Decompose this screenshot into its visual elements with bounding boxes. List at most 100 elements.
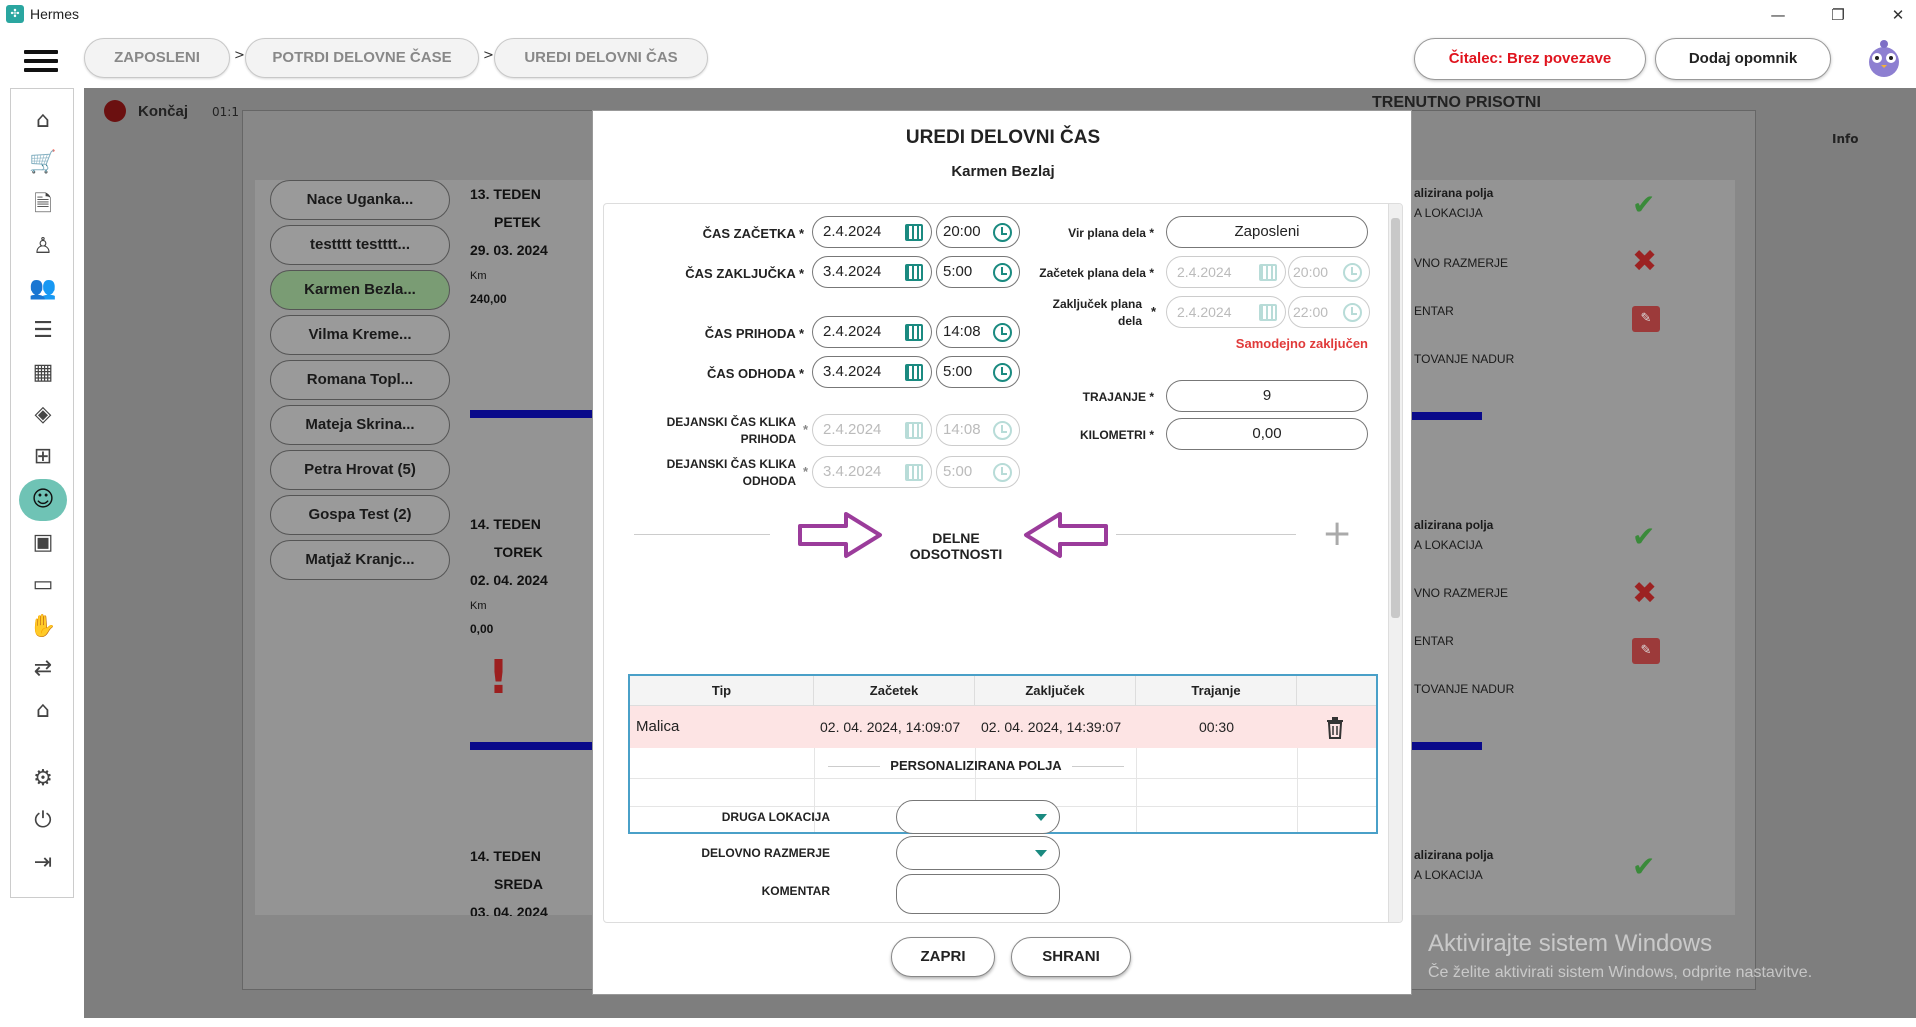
bg-right-label: alizirana polja <box>1414 186 1494 200</box>
employee-item: testttt testttt... <box>270 225 450 265</box>
breadcrumb-zaposleni[interactable]: ZAPOSLENI <box>84 38 230 78</box>
logout-icon[interactable]: ⇥ <box>29 849 57 877</box>
auto-closed-note: Samodejno zaključen <box>1235 336 1368 351</box>
bg-right-label: alizirana polja <box>1414 848 1494 862</box>
bg-right-label: ENTAR <box>1414 634 1454 648</box>
start-date-input[interactable]: 2.4.2024 <box>812 216 932 248</box>
clock-icon[interactable] <box>993 263 1012 282</box>
breadcrumb-uredi[interactable]: UREDI DELOVNI ČAS <box>494 38 708 78</box>
person-icon[interactable]: ♙ <box>29 233 57 261</box>
day-week: 13. TEDEN <box>470 186 541 202</box>
save-button[interactable]: SHRANI <box>1011 937 1131 977</box>
absence-type: Malica <box>636 718 680 735</box>
scrollbar[interactable] <box>1388 204 1402 922</box>
trash-icon[interactable] <box>1326 717 1344 739</box>
plan-source-field: Zaposleni <box>1166 216 1368 248</box>
table-header: Trajanje <box>1136 676 1297 706</box>
people-icon[interactable]: 👥 <box>29 275 57 303</box>
day-km: 0,00 <box>470 622 494 636</box>
minimize-button[interactable]: — <box>1758 3 1798 27</box>
table-header: Tip <box>630 676 814 706</box>
employee-badge-icon[interactable]: ☺ <box>19 479 67 521</box>
calendar-icon[interactable] <box>905 264 923 281</box>
bg-right-label: A LOKACIJA <box>1414 868 1483 882</box>
calendar-icon[interactable] <box>905 324 923 341</box>
menu-icon[interactable] <box>24 50 58 76</box>
home-user-icon[interactable]: ⌂ <box>29 697 57 725</box>
bg-right-label: ENTAR <box>1414 304 1454 318</box>
start-time-input[interactable]: 20:00 <box>936 216 1020 248</box>
edit-worktime-dialog: UREDI DELOVNI ČAS Karmen Bezlaj ČAS ZAČE… <box>592 110 1412 995</box>
app-logo-icon: ✣ <box>6 5 24 23</box>
reader-status-button[interactable]: Čitalec: Brez povezave <box>1414 38 1646 80</box>
cross-icon: ✖ <box>1632 244 1658 279</box>
duration-input[interactable]: 9 <box>1166 380 1368 412</box>
chat-icon[interactable]: ▭ <box>29 571 57 599</box>
list-icon[interactable]: ☰ <box>29 317 57 345</box>
table-row[interactable]: Malica 02. 04. 2024, 14:09:07 02. 04. 20… <box>630 706 1376 748</box>
check-icon: ✔ <box>1632 520 1656 553</box>
plan-source-label: Vir plana dela * <box>1068 226 1154 240</box>
breadcrumb-separator: > <box>483 48 494 63</box>
add-absence-icon[interactable]: + <box>1322 516 1352 552</box>
document-icon[interactable]: 🗎 <box>29 191 57 219</box>
km-input[interactable]: 0,00 <box>1166 418 1368 450</box>
actual-arrival-label: DEJANSKI ČAS KLIKA PRIHODA <box>666 415 796 446</box>
duration-label: TRAJANJE * <box>1082 390 1154 404</box>
location-dropdown[interactable] <box>896 800 1060 834</box>
actual-departure-time-input: 5:00 <box>936 456 1020 488</box>
end-time-input[interactable]: 5:00 <box>936 256 1020 288</box>
employee-item: Romana Topl... <box>270 360 450 400</box>
maximize-button[interactable]: ❐ <box>1818 3 1858 27</box>
absences-title: DELNE ODSOTNOSTI <box>909 530 1003 562</box>
windows-watermark-sub: Če želite aktivirati sistem Windows, odp… <box>1428 964 1813 981</box>
home-icon[interactable]: ⌂ <box>29 107 57 135</box>
cart-icon[interactable]: 🛒 <box>29 149 57 177</box>
layers-icon[interactable]: ◈ <box>29 401 57 429</box>
gear-icon[interactable]: ⚙ <box>29 765 57 793</box>
clock-icon[interactable] <box>993 323 1012 342</box>
scrollbar-thumb[interactable] <box>1391 218 1400 618</box>
org-chart-icon[interactable]: ⊞ <box>29 443 57 471</box>
calendar-icon <box>905 464 923 481</box>
comment-input[interactable] <box>896 874 1060 914</box>
bg-right-label: TOVANJE NADUR <box>1414 682 1515 696</box>
add-reminder-button[interactable]: Dodaj opomnik <box>1655 38 1831 80</box>
day-week: 14. TEDEN <box>470 848 541 864</box>
handshake-icon[interactable]: ✋ <box>29 613 57 641</box>
clock-icon <box>993 421 1012 440</box>
arrival-date-input[interactable]: 2.4.2024 <box>812 316 932 348</box>
ratio-label: DELOVNO RAZMERJE <box>701 846 830 860</box>
departure-label: ČAS ODHODA * <box>706 366 804 381</box>
departure-time-input[interactable]: 5:00 <box>936 356 1020 388</box>
day-week: 14. TEDEN <box>470 516 541 532</box>
plan-start-date-input: 2.4.2024 <box>1166 256 1286 288</box>
briefcase-icon[interactable]: ▣ <box>29 529 57 557</box>
start-label: ČAS ZAČETKA * <box>702 226 804 241</box>
calendar-icon[interactable] <box>905 224 923 241</box>
clock-icon[interactable] <box>993 223 1012 242</box>
employee-item: Matjaž Kranjc... <box>270 540 450 580</box>
location-label: DRUGA LOKACIJA <box>721 810 830 824</box>
breadcrumb-potrdi[interactable]: POTRDI DELOVNE ČASE <box>245 38 479 78</box>
dialog-title: UREDI DELOVNI ČAS <box>905 127 1101 148</box>
end-date-input[interactable]: 3.4.2024 <box>812 256 932 288</box>
required-mark: * <box>1150 304 1156 319</box>
arrival-time-input[interactable]: 14:08 <box>936 316 1020 348</box>
calendar-icon[interactable]: ▦ <box>29 359 57 387</box>
absence-duration: 00:30 <box>1198 719 1235 735</box>
employee-item: Nace Uganka... <box>270 180 450 220</box>
route-icon[interactable]: ⇄ <box>29 655 57 683</box>
power-icon[interactable]: ⏻ <box>29 807 57 835</box>
clock-icon[interactable] <box>993 363 1012 382</box>
departure-date-input[interactable]: 3.4.2024 <box>812 356 932 388</box>
ratio-dropdown[interactable] <box>896 836 1060 870</box>
warning-icon: ! <box>488 650 509 704</box>
owl-avatar-icon[interactable] <box>1866 38 1902 78</box>
calendar-icon[interactable] <box>905 364 923 381</box>
close-window-button[interactable]: ✕ <box>1878 3 1916 27</box>
close-button[interactable]: ZAPRI <box>891 937 995 977</box>
required-mark: * <box>802 422 808 437</box>
app-title: Hermes <box>30 6 80 22</box>
clock-icon <box>1343 303 1362 322</box>
